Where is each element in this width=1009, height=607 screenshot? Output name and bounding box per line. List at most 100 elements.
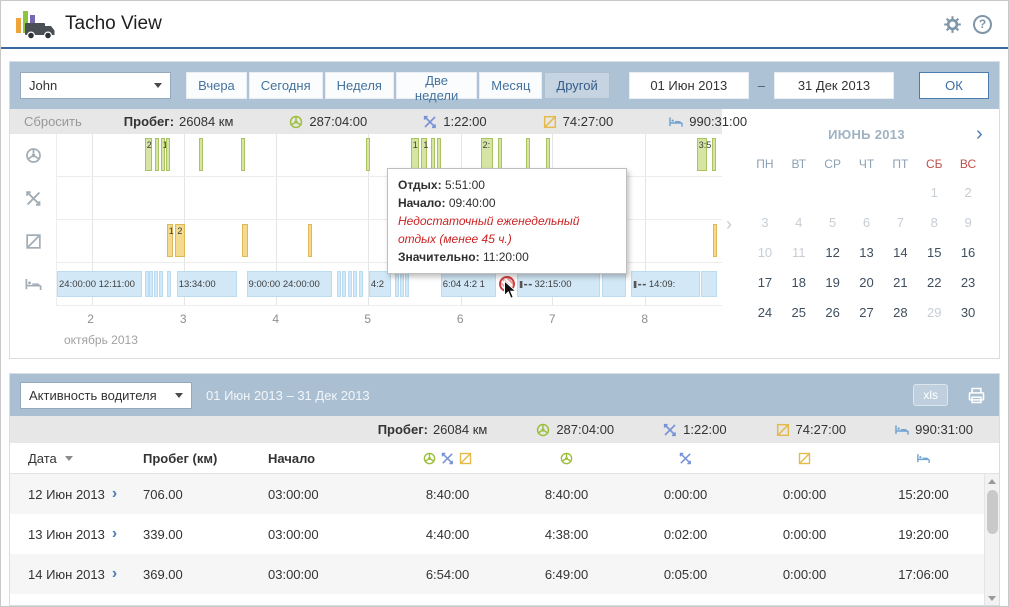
export-xls-button[interactable]: xls [913, 384, 948, 406]
calendar-day[interactable]: 8 [917, 207, 951, 237]
row-expand-chevron[interactable]: › [112, 566, 117, 582]
driving-segment[interactable]: 3:5 [697, 138, 708, 171]
rest-segment[interactable] [353, 271, 357, 297]
row-expand-chevron[interactable]: › [112, 526, 117, 542]
rest-segment[interactable]: 32:15:00 [517, 271, 601, 297]
driving-segment[interactable]: 2: [481, 138, 493, 171]
column-header-rest[interactable] [864, 451, 983, 466]
rest-segment[interactable] [159, 271, 163, 297]
driving-segment[interactable] [241, 138, 245, 171]
gear-icon[interactable] [942, 14, 963, 35]
driving-segment[interactable]: 2 [145, 138, 152, 171]
column-header-mileage[interactable]: Пробег (км) [143, 451, 268, 466]
row-expand-chevron[interactable]: › [112, 486, 117, 502]
ok-button[interactable]: ОК [919, 72, 989, 99]
rest-segment[interactable] [602, 271, 626, 297]
calendar-day[interactable]: 14 [883, 237, 917, 267]
driving-segment[interactable] [526, 138, 531, 171]
calendar-next-arrow[interactable]: › [976, 124, 983, 144]
calendar-day[interactable]: 3 [748, 207, 782, 237]
rest-segment[interactable] [167, 271, 171, 297]
calendar-day[interactable]: 15 [917, 237, 951, 267]
calendar-day[interactable]: 1 [917, 177, 951, 207]
rest-segment[interactable]: 6:04 4:2 1 [441, 271, 496, 297]
availability-segment[interactable] [242, 224, 248, 257]
driving-segment[interactable] [366, 138, 370, 171]
scroll-thumb[interactable] [987, 490, 998, 534]
calendar-day[interactable]: 12 [816, 237, 850, 267]
timeline-plot[interactable]: 21112:3:5 12 24:00:00 12:11:0013:34:009:… [56, 134, 722, 306]
table-scrollbar[interactable] [984, 474, 999, 605]
range-button-5[interactable]: Другой [544, 72, 609, 99]
rest-segment[interactable] [337, 271, 341, 297]
rest-segment[interactable]: 4:2 [369, 271, 391, 297]
driver-select[interactable]: John [20, 72, 171, 99]
rest-segment[interactable] [149, 271, 153, 297]
rest-segment[interactable] [342, 271, 346, 297]
cell-date[interactable]: 12 Июн 2013› [28, 486, 143, 502]
driving-segment[interactable]: 1 [161, 138, 165, 171]
calendar-day[interactable]: 17 [748, 267, 782, 297]
calendar-day[interactable]: 4 [782, 207, 816, 237]
column-header-total[interactable] [388, 451, 507, 466]
availability-segment[interactable] [713, 224, 717, 257]
calendar-day[interactable]: 27 [850, 297, 884, 327]
rest-segment[interactable] [348, 271, 352, 297]
scroll-up-arrow[interactable] [985, 474, 999, 488]
calendar-day[interactable]: 24 [748, 297, 782, 327]
availability-segment[interactable]: 1 [167, 224, 174, 257]
date-to-input[interactable] [774, 72, 894, 99]
driving-segment[interactable] [431, 138, 435, 171]
range-button-3[interactable]: Две недели [396, 72, 477, 99]
column-header-work[interactable] [626, 451, 745, 466]
rest-segment[interactable] [395, 271, 399, 297]
calendar-day[interactable]: 10 [748, 237, 782, 267]
rest-segment[interactable]: 24:00:00 12:11:00 [57, 271, 142, 297]
calendar-day[interactable]: 19 [816, 267, 850, 297]
calendar-day[interactable]: 29 [917, 297, 951, 327]
calendar-day[interactable]: 20 [850, 267, 884, 297]
calendar-day[interactable]: 21 [883, 267, 917, 297]
driving-segment[interactable] [199, 138, 203, 171]
column-header-date[interactable]: Дата [28, 451, 143, 466]
date-from-input[interactable] [629, 72, 749, 99]
calendar-day[interactable]: 5 [816, 207, 850, 237]
driving-segment[interactable]: 1 [411, 138, 419, 171]
range-button-4[interactable]: Месяц [479, 72, 542, 99]
calendar-day[interactable]: 2 [951, 177, 985, 207]
availability-segment[interactable]: 2 [175, 224, 184, 257]
cell-date[interactable]: 14 Июн 2013› [28, 566, 143, 582]
rest-segment[interactable]: 14:09: [631, 271, 700, 297]
rest-segment[interactable] [400, 271, 404, 297]
rest-segment[interactable] [405, 271, 409, 297]
report-type-select[interactable]: Активность водителя [20, 382, 192, 409]
calendar-day[interactable]: 11 [782, 237, 816, 267]
rest-segment[interactable] [154, 271, 158, 297]
calendar-day[interactable]: 30 [951, 297, 985, 327]
calendar-day[interactable]: 9 [951, 207, 985, 237]
calendar-day[interactable]: 6 [850, 207, 884, 237]
calendar-collapse-chevron[interactable]: › [726, 214, 732, 235]
calendar-day[interactable]: 18 [782, 267, 816, 297]
calendar-day[interactable]: 22 [917, 267, 951, 297]
calendar-day[interactable]: 23 [951, 267, 985, 297]
reset-link[interactable]: Сбросить [24, 114, 82, 129]
scroll-down-arrow[interactable] [985, 591, 999, 605]
calendar-day[interactable]: 26 [816, 297, 850, 327]
driving-segment[interactable] [498, 138, 502, 171]
availability-segment[interactable] [308, 224, 312, 257]
driving-segment[interactable] [437, 138, 441, 171]
driving-segment[interactable]: 1 [421, 138, 427, 171]
range-button-0[interactable]: Вчера [186, 72, 247, 99]
rest-segment[interactable]: 9:00:00 24:00:00 [247, 271, 332, 297]
calendar-day[interactable]: 7 [883, 207, 917, 237]
driving-segment[interactable] [155, 138, 159, 171]
driving-segment[interactable] [546, 138, 550, 171]
rest-segment[interactable]: 13:34:00 [177, 271, 237, 297]
column-header-availability[interactable] [745, 451, 864, 466]
printer-icon[interactable] [966, 385, 987, 406]
calendar-day[interactable]: 28 [883, 297, 917, 327]
column-header-start[interactable]: Начало [268, 451, 388, 466]
driving-segment[interactable] [166, 138, 170, 171]
range-button-2[interactable]: Неделя [325, 72, 394, 99]
